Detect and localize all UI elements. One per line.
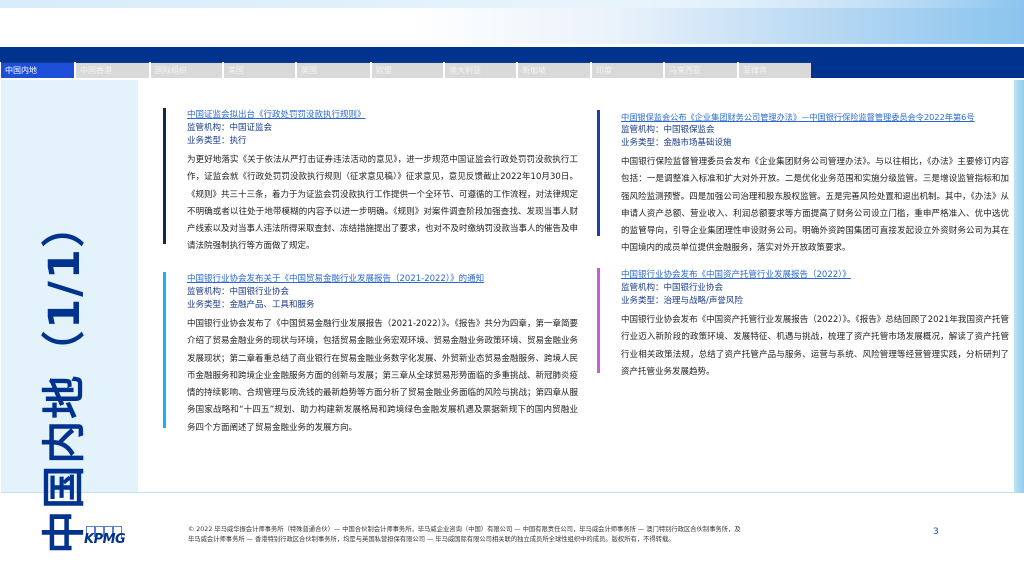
page-number: 3 <box>933 527 939 537</box>
section-title: 中国内地（1/1） <box>40 202 90 554</box>
nav-bar-right <box>810 47 1024 78</box>
region-tabs: 中国内地 中国香港 国际组织 美国 英国 欧盟 澳大利亚 新加坡 印度 马来西亚… <box>1 62 811 78</box>
card-accent-bar <box>163 108 166 244</box>
copyright-line-1: © 2022 毕马威华振会计师事务所（特殊普通合伙）— 中国合伙制会计师事务所，… <box>188 526 741 533</box>
card-business-type: 业务类型：金融市场基础设施 <box>621 138 732 148</box>
card-body: 为更好地落实《关于依法从严打击证券违法活动的意见》，进一步规范中国证监会行政处罚… <box>187 155 579 252</box>
card-business-type: 业务类型：执行 <box>187 136 247 146</box>
card-regulator: 监管机构：中国证监会 <box>187 123 273 133</box>
tab-mainland-china[interactable]: 中国内地 <box>1 62 74 78</box>
tab-uk[interactable]: 英国 <box>297 62 370 78</box>
card-accent-bar <box>597 268 600 373</box>
card-body: 中国银行业协会发布了《中国贸易金融行业发展报告（2021-2022）》。《报告》… <box>187 319 579 433</box>
header-banner <box>0 0 1024 44</box>
copyright-line-2: 毕马威会计师事务所 — 香港特别行政区合伙制事务所，均是与英国私营担保有限公司 … <box>188 536 675 543</box>
card-accent-bar <box>597 110 600 236</box>
tab-international-orgs[interactable]: 国际组织 <box>151 62 222 78</box>
kpmg-logo: KPMG <box>84 526 126 547</box>
news-card: 中国银保监会公布《企业集团财务公司管理办法》—中国银行保险监督管理委员会令202… <box>597 110 1009 253</box>
tab-india[interactable]: 印度 <box>592 62 663 78</box>
news-card: 中国银行业协会发布关于《中国贸易金融行业发展报告（2021-2022）》的通知 … <box>163 272 578 433</box>
tab-malaysia[interactable]: 马来西亚 <box>665 62 737 78</box>
news-card: 中国证监会拟出台《行政处罚罚没款执行规则》 监管机构：中国证监会 业务类型：执行… <box>163 108 578 251</box>
tab-hong-kong[interactable]: 中国香港 <box>76 62 149 78</box>
card-regulator: 监管机构：中国银行业协会 <box>187 287 290 297</box>
tab-singapore[interactable]: 新加坡 <box>518 62 590 78</box>
section-sidebar: 中国内地（1/1） <box>1 80 138 554</box>
news-card: 中国银行业协会发布《中国资产托管行业发展报告（2022）》 监管机构：中国银行业… <box>597 268 1009 377</box>
card-regulator: 监管机构：中国银行业协会 <box>621 283 724 293</box>
card-accent-bar <box>163 272 166 428</box>
right-edge-strip <box>1014 80 1024 493</box>
card-business-type: 业务类型：治理与战略/声誉风险 <box>621 296 743 306</box>
tab-eu[interactable]: 欧盟 <box>372 62 443 78</box>
card-regulator: 监管机构：中国银保监会 <box>621 125 715 135</box>
copyright-notice: © 2022 毕马威华振会计师事务所（特殊普通合伙）— 中国合伙制会计师事务所，… <box>188 525 741 545</box>
card-title-link[interactable]: 中国证监会拟出台《行政处罚罚没款执行规则》 <box>187 108 578 122</box>
card-business-type: 业务类型：金融产品、工具和服务 <box>187 300 315 310</box>
tab-usa[interactable]: 美国 <box>224 62 295 78</box>
card-title-link[interactable]: 中国银保监会公布《企业集团财务公司管理办法》—中国银行保险监督管理委员会令202… <box>621 110 1009 124</box>
card-body: 中国银行业协会发布《中国资产托管行业发展报告（2022）》。《报告》总结回顾了2… <box>621 315 1009 377</box>
tab-philippines[interactable]: 菲律宾 <box>739 62 811 78</box>
card-title-link[interactable]: 中国银行业协会发布《中国资产托管行业发展报告（2022）》 <box>621 268 1009 282</box>
tab-australia[interactable]: 澳大利亚 <box>445 62 516 78</box>
card-body: 中国银行保险监督管理委员会发布《企业集团财务公司管理办法》。与以往相比，《办法》… <box>621 157 1009 254</box>
card-title-link[interactable]: 中国银行业协会发布关于《中国贸易金融行业发展报告（2021-2022）》的通知 <box>187 272 578 286</box>
